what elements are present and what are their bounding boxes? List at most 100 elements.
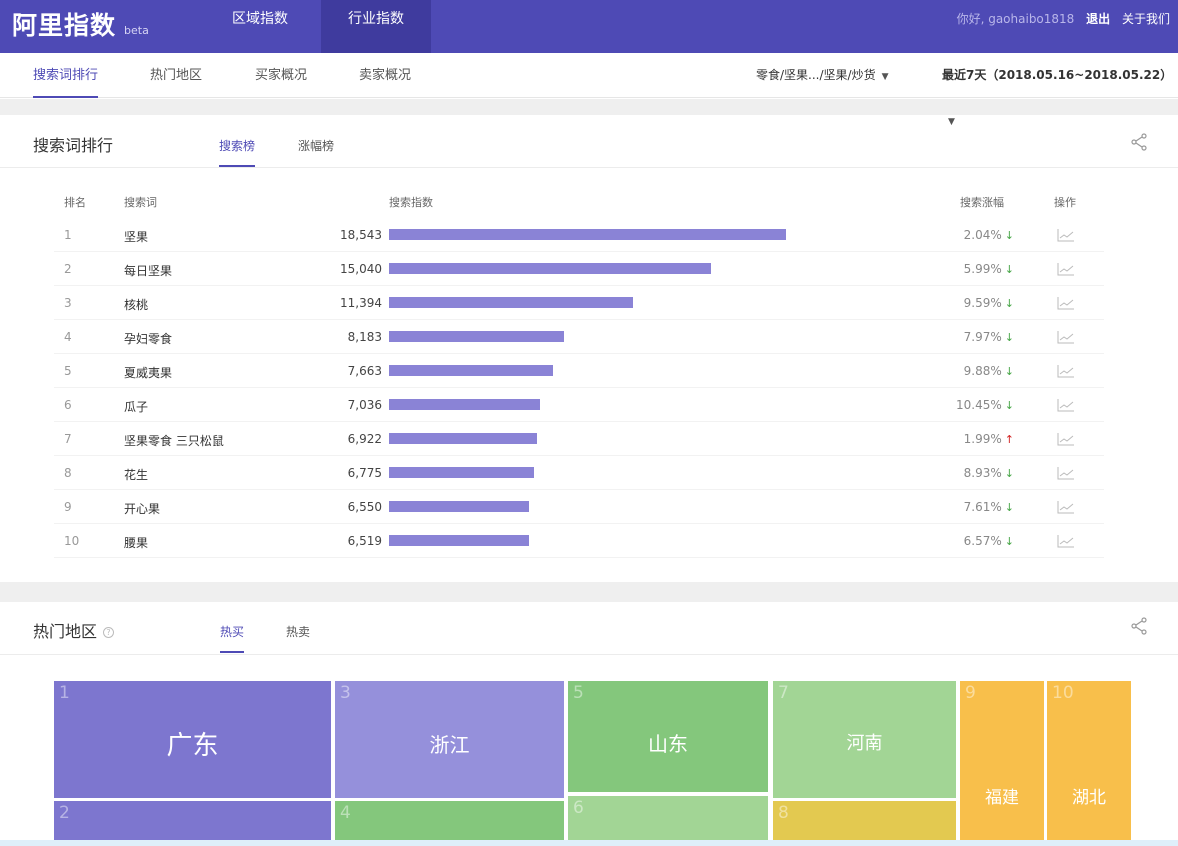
change-cell: 1.99% ↑ [964, 432, 1014, 446]
region-name: 湖北 [1072, 788, 1106, 808]
table-row[interactable]: 4 孕妇零食 8,183 7.97% ↓ [54, 320, 1104, 354]
change-value: 7.61% [963, 500, 1002, 514]
trend-chart-icon[interactable] [1057, 364, 1075, 378]
date-filter[interactable]: 最近7天（2018.05.16~2018.05.22） ▼ [942, 53, 1178, 127]
keyword-cell[interactable]: 花生 [124, 466, 148, 483]
keyword-cell[interactable]: 核桃 [124, 296, 148, 313]
tab-buyer-overview[interactable]: 买家概况 [255, 53, 307, 98]
arrow-down-icon: ↓ [1004, 297, 1014, 310]
tab-hot-buy[interactable]: 热买 [220, 623, 245, 653]
share-icon[interactable] [1129, 616, 1149, 636]
logout-link[interactable]: 退出 [1086, 12, 1110, 26]
keyword-cell[interactable]: 开心果 [124, 500, 160, 517]
change-value: 9.59% [963, 296, 1002, 310]
region-name: 山东 [648, 732, 688, 756]
region-cell[interactable]: 7 河南 [773, 681, 956, 798]
tab-search-list[interactable]: 搜索榜 [219, 137, 256, 167]
trend-chart-icon[interactable] [1057, 330, 1075, 344]
region-rank: 8 [778, 803, 789, 823]
index-bar [389, 433, 537, 444]
trend-chart-icon[interactable] [1057, 500, 1075, 514]
trend-chart-icon[interactable] [1057, 262, 1075, 276]
table-row[interactable]: 1 坚果 18,543 2.04% ↓ [54, 218, 1104, 252]
region-name: 福建 [985, 788, 1019, 808]
rank-cell: 2 [64, 262, 72, 276]
trend-chart-icon[interactable] [1057, 432, 1075, 446]
trend-chart-icon[interactable] [1057, 466, 1075, 480]
keyword-cell[interactable]: 坚果 [124, 228, 148, 245]
index-value: 15,040 [340, 262, 382, 276]
logo[interactable]: 阿里指数 [12, 6, 116, 42]
nav-industry-index[interactable]: 行业指数 [321, 0, 431, 53]
trend-chart-icon[interactable] [1057, 398, 1075, 412]
region-cell[interactable]: 10 湖北 [1047, 681, 1131, 846]
greeting: 你好, gaohaibo1818 [956, 12, 1075, 26]
change-value: 1.99% [963, 432, 1002, 446]
region-cell[interactable]: 9 福建 [960, 681, 1044, 846]
keyword-cell[interactable]: 夏威夷果 [124, 364, 172, 381]
index-bar [389, 229, 786, 240]
col-keyword: 搜索词 [124, 196, 157, 209]
keyword-cell[interactable]: 孕妇零食 [124, 330, 172, 347]
region-rank: 7 [778, 683, 789, 703]
arrow-down-icon: ↓ [1004, 229, 1014, 242]
chevron-down-icon: ▼ [948, 117, 955, 127]
region-section-title: 热门地区? [33, 618, 115, 642]
region-name: 广东 [166, 731, 219, 761]
tab-hot-regions[interactable]: 热门地区 [150, 53, 202, 98]
change-value: 2.04% [963, 228, 1002, 242]
change-cell: 9.59% ↓ [964, 296, 1014, 310]
col-action: 操作 [1054, 196, 1076, 209]
table-row[interactable]: 6 瓜子 7,036 10.45% ↓ [54, 388, 1104, 422]
keyword-cell[interactable]: 每日坚果 [124, 262, 172, 279]
region-cell[interactable]: 5 山东 [568, 681, 768, 792]
change-value: 7.97% [963, 330, 1002, 344]
region-rank: 6 [573, 798, 584, 818]
nav-region-index[interactable]: 区域指数 [209, 0, 311, 53]
share-icon[interactable] [1129, 132, 1149, 152]
change-cell: 10.45% ↓ [956, 398, 1014, 412]
tab-hot-sell[interactable]: 热卖 [286, 623, 310, 653]
region-rank: 10 [1052, 683, 1074, 703]
table-row[interactable]: 9 开心果 6,550 7.61% ↓ [54, 490, 1104, 524]
category-filter[interactable]: 零食/坚果.../坚果/炒货 ▼ [756, 53, 889, 98]
tab-search-ranking[interactable]: 搜索词排行 [33, 53, 99, 98]
keyword-cell[interactable]: 坚果零食 三只松鼠 [124, 432, 224, 449]
table-row[interactable]: 3 核桃 11,394 9.59% ↓ [54, 286, 1104, 320]
region-cell[interactable]: 3 浙江 [335, 681, 564, 798]
trend-chart-icon[interactable] [1057, 534, 1075, 548]
table-row[interactable]: 2 每日坚果 15,040 5.99% ↓ [54, 252, 1104, 286]
bottom-strip [0, 840, 1178, 846]
index-value: 6,775 [347, 466, 382, 480]
tab-seller-overview[interactable]: 卖家概况 [359, 53, 411, 98]
trend-chart-icon[interactable] [1057, 296, 1075, 310]
table-row[interactable]: 5 夏威夷果 7,663 9.88% ↓ [54, 354, 1104, 388]
table-row[interactable]: 10 腰果 6,519 6.57% ↓ [54, 524, 1104, 558]
change-value: 6.57% [963, 534, 1002, 548]
region-cell[interactable]: 6 [568, 796, 768, 846]
arrow-up-icon: ↑ [1004, 433, 1014, 446]
help-icon[interactable]: ? [103, 627, 115, 638]
sub-nav: 搜索词排行 热门地区 买家概况 卖家概况 零食/坚果.../坚果/炒货 ▼ 最近7… [0, 53, 1178, 127]
index-bar [389, 399, 540, 410]
table-row[interactable]: 7 坚果零食 三只松鼠 6,922 1.99% ↑ [54, 422, 1104, 456]
tab-growth-list[interactable]: 涨幅榜 [298, 137, 334, 167]
col-change: 搜索涨幅 [960, 196, 1004, 209]
region-section-label: 热门地区 [33, 622, 98, 641]
trend-chart-icon[interactable] [1057, 228, 1075, 242]
keyword-cell[interactable]: 腰果 [124, 534, 148, 551]
beta-label: beta [124, 24, 149, 37]
arrow-down-icon: ↓ [1004, 535, 1014, 548]
top-bar: 阿里指数 beta 区域指数 行业指数 你好, gaohaibo1818 退出 … [0, 0, 1178, 53]
table-row[interactable]: 8 花生 6,775 8.93% ↓ [54, 456, 1104, 490]
index-value: 7,036 [347, 398, 382, 412]
keyword-cell[interactable]: 瓜子 [124, 398, 148, 415]
region-rank: 2 [59, 803, 70, 823]
change-value: 5.99% [963, 262, 1002, 276]
about-link[interactable]: 关于我们 [1122, 12, 1170, 26]
arrow-down-icon: ↓ [1004, 331, 1014, 344]
arrow-down-icon: ↓ [1004, 501, 1014, 514]
index-bar [389, 501, 529, 512]
chevron-down-icon: ▼ [881, 72, 889, 82]
region-cell[interactable]: 1 广东 [54, 681, 331, 798]
